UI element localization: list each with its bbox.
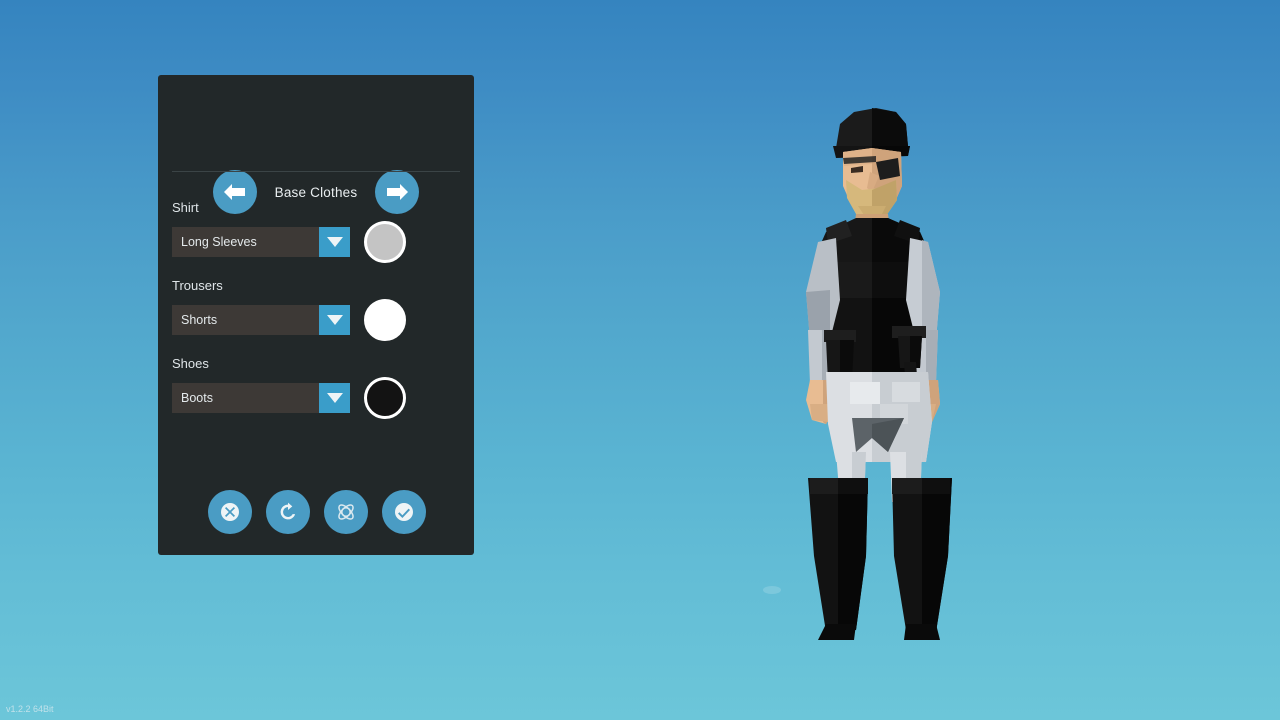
shoes-color-swatch[interactable] — [364, 377, 406, 419]
chevron-down-icon[interactable] — [319, 305, 350, 335]
chevron-down-icon[interactable] — [319, 383, 350, 413]
reset-icon — [280, 502, 296, 520]
option-row-shoes: Shoes Boots — [158, 356, 474, 419]
shirt-dropdown-value: Long Sleeves — [181, 235, 257, 249]
confirm-button[interactable] — [382, 490, 426, 534]
panel-divider — [172, 171, 460, 172]
customization-panel: Base Clothes Shirt Long Sleeves Trousers… — [158, 75, 474, 555]
character-model — [763, 108, 952, 640]
randomize-icon — [338, 504, 354, 520]
shirt-label: Shirt — [172, 200, 199, 215]
cancel-icon — [221, 503, 239, 521]
character-viewport[interactable] — [640, 0, 1280, 720]
confirm-icon — [395, 503, 413, 521]
arrow-right-icon — [387, 184, 408, 200]
shoes-dropdown[interactable]: Boots — [172, 383, 350, 413]
shirt-controls: Long Sleeves — [172, 221, 460, 263]
trousers-dropdown-value: Shorts — [181, 313, 218, 327]
arrow-left-icon — [224, 184, 245, 200]
clothing-options-list: Shirt Long Sleeves Trousers Shorts Shoes… — [158, 200, 474, 434]
trousers-label: Trousers — [172, 278, 223, 293]
chevron-down-icon[interactable] — [319, 227, 350, 257]
shirt-color-swatch[interactable] — [364, 221, 406, 263]
trousers-controls: Shorts — [172, 299, 460, 341]
version-label: v1.2.2 64Bit — [6, 704, 54, 714]
trousers-color-swatch[interactable] — [364, 299, 406, 341]
shoes-controls: Boots — [172, 377, 460, 419]
shirt-dropdown[interactable]: Long Sleeves — [172, 227, 350, 257]
trousers-dropdown[interactable]: Shorts — [172, 305, 350, 335]
cancel-button[interactable] — [208, 490, 252, 534]
shoes-label: Shoes — [172, 356, 209, 371]
panel-header: Base Clothes — [158, 75, 474, 214]
shoes-dropdown-value: Boots — [181, 391, 213, 405]
option-row-trousers: Trousers Shorts — [158, 278, 474, 341]
panel-action-bar — [158, 490, 474, 534]
randomize-button[interactable] — [324, 490, 368, 534]
option-row-shirt: Shirt Long Sleeves — [158, 200, 474, 263]
reset-button[interactable] — [266, 490, 310, 534]
